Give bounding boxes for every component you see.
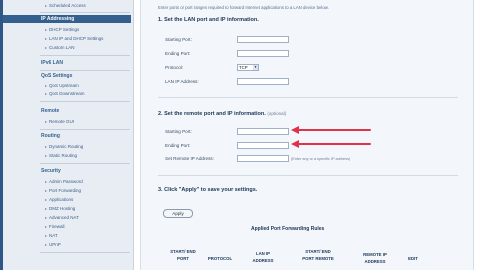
- remote-ip-hint: (Enter any or a specific IP address): [291, 157, 351, 161]
- col-remote-ip: REMOTE IP ADDRESS: [363, 252, 387, 264]
- remote-ending-port-label: Ending Port:: [165, 143, 191, 148]
- intro-text: Enter ports or port ranges required to f…: [158, 5, 329, 10]
- sidebar-nav: Scheduled Access IP Addressing DHCP Sett…: [0, 0, 134, 270]
- protocol-label: Protocol:: [165, 65, 184, 70]
- col-lan-ip: LAN IP ADDRESS: [252, 251, 274, 263]
- sidebar-item-dmz-hosting[interactable]: DMZ Hosting: [45, 205, 75, 212]
- remote-ip-label: Set Remote IP Address:: [165, 156, 214, 161]
- sidebar-header-ipv6-lan[interactable]: IPv6 LAN: [3, 59, 131, 67]
- sidebar-item-remote-gui[interactable]: Remote GUI: [45, 118, 74, 125]
- lan-ip-input[interactable]: [237, 78, 289, 85]
- protocol-value: TCP: [239, 65, 248, 70]
- sidebar-item-lan-ip-dhcp[interactable]: LAN IP and DHCP Settings: [45, 35, 103, 42]
- remote-starting-port-label: Starting Port:: [165, 129, 192, 134]
- remote-ending-port-input[interactable]: [237, 142, 289, 149]
- red-arrow-shaft: [297, 129, 371, 131]
- sidebar-divider: [40, 70, 130, 71]
- section-divider: [158, 97, 458, 98]
- sidebar-item-advanced-nat[interactable]: Advanced NAT: [45, 214, 79, 221]
- sidebar-header-remote[interactable]: Remote: [3, 107, 131, 115]
- col-edit: EDIT: [408, 256, 418, 261]
- lan-ending-port-label: Ending Port:: [165, 51, 191, 56]
- sidebar-item-static-routing[interactable]: Static Routing: [45, 152, 77, 159]
- sidebar-item-applications[interactable]: Applications: [45, 196, 73, 203]
- sidebar-divider: [40, 129, 130, 130]
- sidebar-item-upnp[interactable]: UPnP: [45, 241, 61, 248]
- sidebar-item-firewall[interactable]: Firewall: [45, 223, 65, 230]
- remote-starting-port-input[interactable]: [237, 128, 289, 135]
- apply-button[interactable]: Apply: [163, 209, 193, 218]
- sidebar-item-port-forwarding[interactable]: Port Forwarding: [45, 187, 81, 194]
- sidebar-header-security[interactable]: Security: [3, 167, 131, 175]
- sidebar-item-nat[interactable]: NAT: [45, 232, 58, 239]
- section2-title: 2. Set the remote port and IP informatio…: [158, 111, 286, 117]
- sidebar-divider: [40, 163, 130, 164]
- section3-title: 3. Click "Apply" to save your settings.: [158, 187, 258, 193]
- section2-optional: (optional): [267, 111, 287, 116]
- section-divider: [158, 175, 458, 176]
- sidebar-divider: [40, 252, 130, 253]
- sidebar-divider: [40, 55, 130, 56]
- col-remote-port: START/ END PORT REMOTE: [302, 249, 334, 261]
- red-arrow-shaft: [297, 143, 371, 145]
- sidebar-item-custom-lan[interactable]: Custom LAN: [45, 44, 75, 51]
- section2-title-text: 2. Set the remote port and IP informatio…: [158, 111, 266, 117]
- sidebar-header-qos[interactable]: QoS Settings: [3, 72, 131, 80]
- sidebar-header-ip-addressing[interactable]: IP Addressing: [3, 15, 131, 23]
- sidebar-item-scheduled-access[interactable]: Scheduled Access: [45, 2, 86, 9]
- port-forwarding-panel: Enter ports or port ranges required to f…: [140, 0, 474, 270]
- main-content: Enter ports or port ranges required to f…: [136, 0, 480, 270]
- section1-title: 1. Set the LAN port and IP information.: [158, 17, 259, 23]
- sidebar-item-dynamic-routing[interactable]: Dynamic Routing: [45, 143, 83, 150]
- remote-ip-input[interactable]: [237, 155, 289, 162]
- col-protocol: PROTOCOL: [207, 256, 233, 261]
- sidebar-divider: [40, 101, 130, 102]
- sidebar-item-admin-password[interactable]: Admin Password: [45, 178, 83, 185]
- lan-starting-port-label: Starting Port:: [165, 37, 192, 42]
- sidebar-item-qos-downstream[interactable]: QoS Downstream: [45, 90, 85, 97]
- sidebar-item-dhcp-settings[interactable]: DHCP Settings: [45, 26, 79, 33]
- lan-starting-port-input[interactable]: [237, 36, 289, 43]
- protocol-select[interactable]: TCP ▾: [237, 64, 259, 71]
- lan-ending-port-input[interactable]: [237, 50, 289, 57]
- sidebar-divider: [40, 12, 130, 13]
- sidebar-item-qos-upstream[interactable]: QoS Upstream: [45, 82, 79, 89]
- col-start-end-port: START/ END PORT: [170, 249, 196, 261]
- sidebar-header-routing[interactable]: Routing: [3, 132, 131, 140]
- lan-ip-label: LAN IP Address:: [165, 79, 199, 84]
- rules-table-title: Applied Port Forwarding Rules: [251, 226, 325, 232]
- chevron-down-icon: ▾: [253, 65, 258, 70]
